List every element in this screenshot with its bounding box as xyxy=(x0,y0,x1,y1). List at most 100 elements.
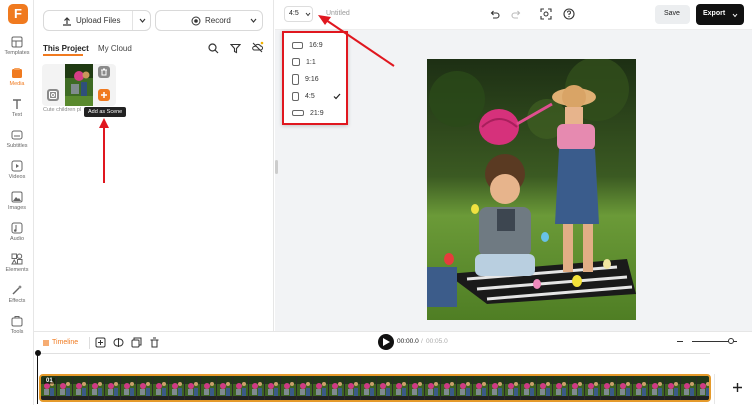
rail-item-templates[interactable]: Templates xyxy=(0,36,34,67)
add-scene-icon[interactable] xyxy=(95,337,106,348)
screenshot-icon[interactable] xyxy=(540,8,552,20)
add-as-scene-button[interactable] xyxy=(98,89,110,101)
add-clip-icon[interactable] xyxy=(732,382,743,393)
ratio-option-4-5[interactable]: 4:5 xyxy=(292,89,348,105)
ratio-shape-icon xyxy=(292,73,299,85)
ratio-option-9-16[interactable]: 9:16 xyxy=(292,72,348,88)
tab-this-project[interactable]: This Project xyxy=(43,44,89,53)
ratio-option-label: 4:5 xyxy=(305,93,315,100)
ratio-option-label: 21:9 xyxy=(310,110,324,117)
text-icon xyxy=(13,99,21,109)
cloud-off-icon[interactable] xyxy=(251,41,264,54)
filter-icon[interactable] xyxy=(230,43,241,54)
rail-item-text[interactable]: Text xyxy=(0,98,34,129)
trash-icon xyxy=(101,68,107,76)
zoom-out-icon[interactable] xyxy=(677,341,683,342)
save-button[interactable]: Save xyxy=(655,5,690,24)
split-divider xyxy=(132,11,133,30)
rail-label: Images xyxy=(7,205,27,211)
upload-label: Upload Files xyxy=(76,16,121,25)
aspect-ratio-dropdown[interactable]: 4:5 xyxy=(284,6,313,22)
video-icon xyxy=(11,160,23,172)
ratio-option-16-9[interactable]: 16:9 xyxy=(292,38,348,54)
rail-item-videos[interactable]: Videos xyxy=(0,160,34,191)
playhead-handle[interactable] xyxy=(35,350,41,356)
rail-label: Audio xyxy=(9,236,25,242)
ratio-shape-icon xyxy=(292,110,304,117)
replace-media-button[interactable] xyxy=(47,89,59,101)
rail-item-elements[interactable]: Elements xyxy=(0,253,34,284)
duplicate-icon[interactable] xyxy=(131,337,142,348)
aspect-ratio-menu: 16:9 1:1 9:16 4:5 21:9 xyxy=(282,31,348,125)
rail-item-subtitles[interactable]: Subtitles xyxy=(0,129,34,160)
image-swap-icon xyxy=(49,91,57,99)
rail-label: Elements xyxy=(5,267,29,273)
rail-item-tools[interactable]: Tools xyxy=(0,315,34,346)
media-icon xyxy=(12,68,22,78)
clip-number: 01 xyxy=(44,378,55,384)
record-label: Record xyxy=(205,16,231,25)
split-icon[interactable] xyxy=(113,337,124,348)
rail-label: Subtitles xyxy=(6,143,28,149)
toolbar-divider xyxy=(89,337,90,349)
track-divider xyxy=(714,374,715,404)
ratio-option-1-1[interactable]: 1:1 xyxy=(292,55,348,71)
total-time: 00:05.0 xyxy=(426,338,448,345)
rail-item-images[interactable]: Images xyxy=(0,191,34,222)
upload-icon xyxy=(63,17,71,26)
undo-icon[interactable] xyxy=(489,9,500,20)
chevron-down-icon xyxy=(305,12,311,17)
rail-label: Effects xyxy=(8,298,26,304)
rail-item-media[interactable]: Media xyxy=(0,67,34,98)
ratio-option-label: 16:9 xyxy=(309,42,323,49)
timeline-panel: Timeline 00:00.0 / 00:05.0 01 xyxy=(34,331,752,405)
chevron-down-icon[interactable] xyxy=(250,18,257,23)
help-icon[interactable] xyxy=(563,8,575,20)
image-icon xyxy=(11,191,23,203)
project-title[interactable]: Untitled xyxy=(326,10,350,17)
ratio-shape-icon xyxy=(292,41,303,49)
media-card[interactable] xyxy=(42,64,116,106)
zoom-slider-handle[interactable] xyxy=(728,338,734,344)
add-as-scene-tooltip: Add as Scene xyxy=(84,107,127,117)
top-bar: 4:5 Untitled Save Export xyxy=(275,0,752,30)
audio-icon xyxy=(11,222,23,234)
search-icon[interactable] xyxy=(208,43,219,54)
timeline-toggle[interactable]: Timeline xyxy=(40,336,86,350)
tab-my-cloud[interactable]: My Cloud xyxy=(98,44,132,53)
playhead-line xyxy=(37,354,38,404)
video-clip[interactable]: 01 xyxy=(39,374,711,402)
chevron-down-icon[interactable] xyxy=(139,18,146,23)
app-logo[interactable]: F xyxy=(8,4,28,24)
rail-item-audio[interactable]: Audio xyxy=(0,222,34,253)
delete-media-button[interactable] xyxy=(98,66,110,78)
upload-button[interactable]: Upload Files xyxy=(43,10,151,31)
plus-icon xyxy=(101,92,107,98)
current-time: 00:00.0 xyxy=(397,338,419,345)
ratio-shape-icon xyxy=(292,91,299,101)
save-label: Save xyxy=(664,10,680,17)
effects-icon xyxy=(12,285,22,295)
elements-icon xyxy=(11,253,23,265)
record-button[interactable]: Record xyxy=(155,10,263,31)
rail-label: Tools xyxy=(10,329,24,335)
play-button[interactable] xyxy=(378,334,394,350)
rail-item-effects[interactable]: Effects xyxy=(0,284,34,315)
rail-label: Videos xyxy=(8,174,26,180)
media-caption: Cute children pl xyxy=(43,107,82,113)
video-canvas-photo[interactable] xyxy=(427,59,636,320)
redo-icon[interactable] xyxy=(511,9,522,20)
canvas-stage: 16:9 1:1 9:16 4:5 21:9 xyxy=(275,30,752,331)
tools-icon xyxy=(11,316,23,327)
export-button[interactable]: Export xyxy=(696,4,744,25)
trash-icon[interactable] xyxy=(149,337,160,348)
ratio-option-21-9[interactable]: 21:9 xyxy=(292,106,348,122)
time-separator: / xyxy=(421,338,423,345)
rail-label: Text xyxy=(11,112,23,118)
subtitles-icon xyxy=(11,130,23,140)
rail-label: Templates xyxy=(4,50,30,56)
chevron-down-icon xyxy=(732,13,738,18)
aspect-ratio-value: 4:5 xyxy=(289,10,299,17)
media-thumbnail[interactable] xyxy=(65,64,93,106)
panel-collapse-handle[interactable] xyxy=(275,160,278,174)
